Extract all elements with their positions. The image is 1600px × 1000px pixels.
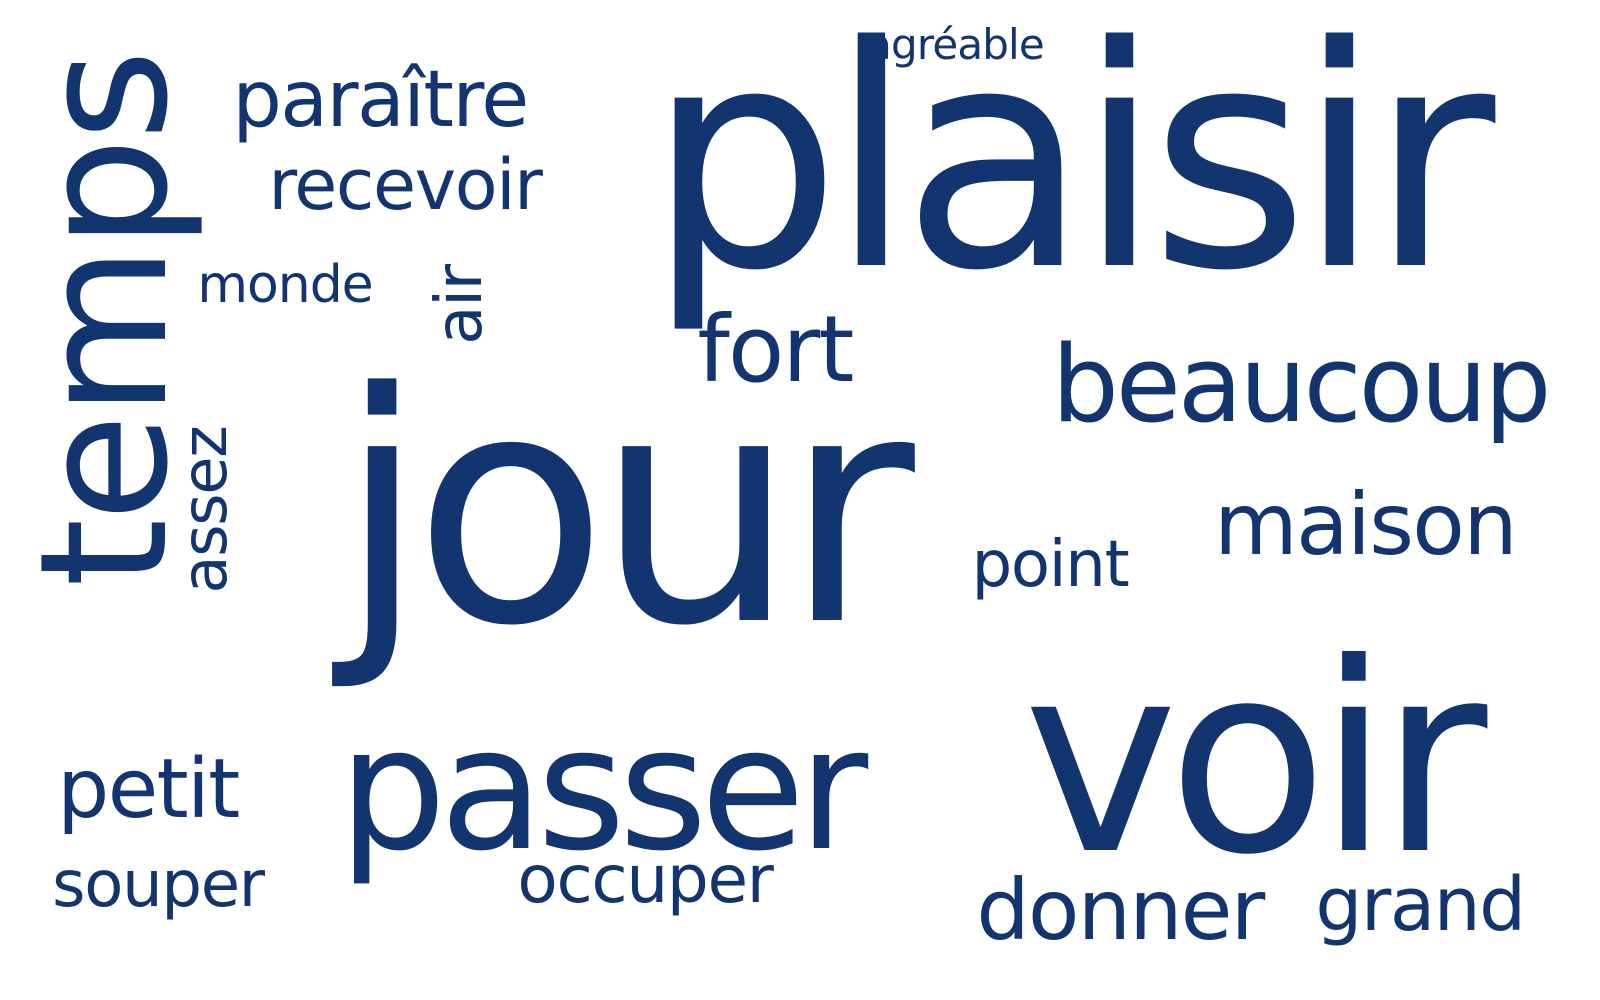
word-recevoir: recevoir xyxy=(268,144,543,226)
word-beaucoup: beaucoup xyxy=(1051,323,1552,446)
word-monde: monde xyxy=(197,255,373,315)
word-agreable: agréable xyxy=(866,20,1045,69)
word-cloud: plaisir jour voir passer temps beaucoup … xyxy=(0,0,1600,1000)
word-assez: assez xyxy=(168,426,241,594)
word-donner: donner xyxy=(976,861,1265,959)
word-petit: petit xyxy=(57,742,240,837)
word-paraitre: paraître xyxy=(232,55,529,145)
word-point: point xyxy=(971,528,1130,602)
word-plaisir: plaisir xyxy=(646,0,1496,338)
word-grand: grand xyxy=(1315,862,1526,948)
word-souper: souper xyxy=(52,848,265,922)
word-air: air xyxy=(423,265,497,345)
word-temps: temps xyxy=(2,52,207,588)
word-maison: maison xyxy=(1214,475,1518,575)
word-fort: fort xyxy=(697,296,854,403)
word-voir: voir xyxy=(1023,607,1487,912)
word-occuper: occuper xyxy=(517,841,774,918)
